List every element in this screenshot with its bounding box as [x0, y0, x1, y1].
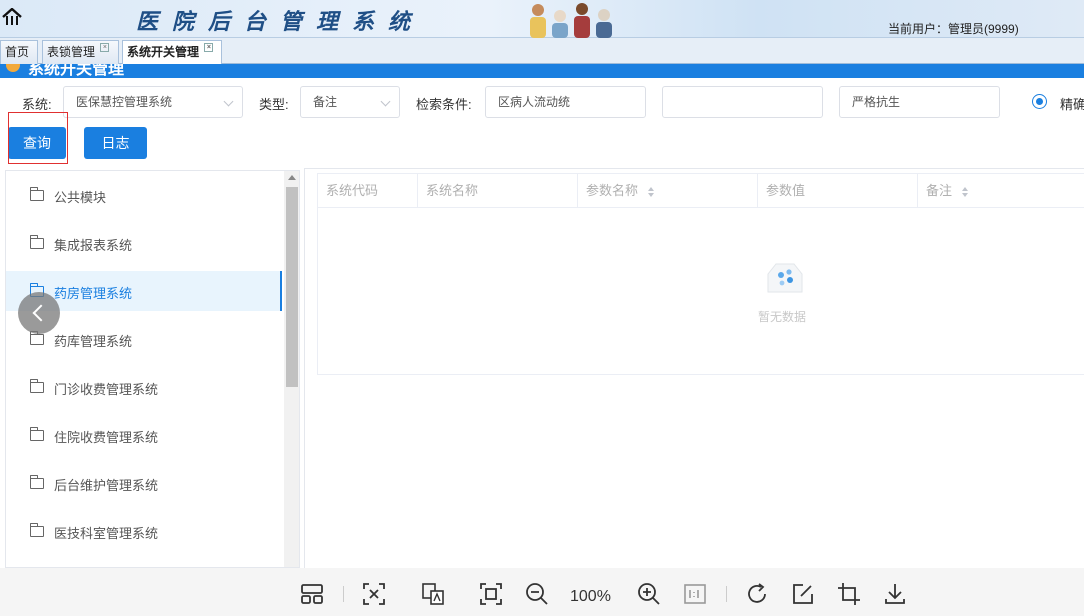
- layout-icon[interactable]: [300, 582, 324, 606]
- search-condition-label: 检索条件:: [416, 97, 472, 112]
- home-icon[interactable]: [2, 8, 22, 26]
- rotate-icon[interactable]: [745, 582, 769, 606]
- toolbar-divider: [343, 586, 344, 602]
- folder-icon: [30, 475, 44, 489]
- search-input-3-value: 严格抗生: [852, 95, 901, 109]
- close-icon[interactable]: ×: [100, 43, 110, 52]
- tab-table-lock[interactable]: 表锁管理 ×: [42, 40, 119, 64]
- system-title: 医院后台管理系统: [136, 9, 425, 35]
- viewer-toolbar: 100%: [0, 568, 1084, 616]
- folder-icon: [30, 427, 44, 441]
- column-header-label: 系统名称: [426, 183, 479, 198]
- sort-icon[interactable]: [647, 186, 656, 197]
- folder-icon: [30, 331, 44, 345]
- column-header-param-value[interactable]: 参数值: [758, 174, 918, 208]
- download-icon[interactable]: [883, 582, 907, 606]
- tree-item-label: 药房管理系统: [54, 286, 133, 301]
- column-header-system-name[interactable]: 系统名称: [418, 174, 578, 208]
- tab-label: 表锁管理: [47, 45, 96, 59]
- tree-item[interactable]: 住院收费管理系统: [6, 415, 282, 455]
- close-icon[interactable]: ×: [204, 43, 214, 52]
- column-header-system-code[interactable]: 系统代码: [318, 174, 418, 208]
- zoom-out-icon[interactable]: [525, 582, 549, 606]
- parameter-table: 系统代码 系统名称 参数名称 参数值 备注 暂无数据: [317, 173, 1084, 375]
- scroll-up-arrow-icon[interactable]: [288, 175, 296, 180]
- column-header-label: 参数值: [766, 183, 806, 198]
- exact-match-label: 精确: [1060, 97, 1084, 112]
- page-title-icon: [6, 64, 20, 72]
- parameter-table-panel: 系统代码 系统名称 参数名称 参数值 备注 暂无数据: [304, 168, 1084, 568]
- column-header-label: 参数名称: [586, 183, 639, 198]
- page-title: 系统开关管理: [28, 64, 125, 78]
- family-illustration-icon: [530, 3, 612, 38]
- type-select-value: 备注: [313, 95, 338, 109]
- chevron-down-icon: [380, 96, 391, 107]
- folder-icon: [30, 523, 44, 537]
- search-input-1-value: 区病人流动统: [498, 95, 571, 109]
- fit-screen-icon[interactable]: [479, 582, 503, 606]
- actual-size-icon[interactable]: [683, 582, 707, 606]
- tree-item-label: 后台维护管理系统: [54, 478, 159, 493]
- search-input-1[interactable]: 区病人流动统: [485, 86, 646, 118]
- page-title-strip: 系统开关管理: [0, 64, 1084, 78]
- column-header-remark[interactable]: 备注: [918, 174, 1084, 208]
- toolbar-divider: [726, 586, 727, 602]
- zoom-in-icon[interactable]: [637, 582, 661, 606]
- table-header: 系统代码 系统名称 参数名称 参数值 备注: [318, 174, 1084, 208]
- column-header-param-name[interactable]: 参数名称: [578, 174, 758, 208]
- empty-data-text: 暂无数据: [758, 310, 807, 324]
- tab-home[interactable]: 首页: [0, 40, 38, 64]
- text-extract-icon[interactable]: [362, 582, 386, 606]
- column-header-label: 系统代码: [326, 183, 379, 198]
- tree-item[interactable]: 集成报表系统: [6, 223, 282, 263]
- tree-item-label: 门诊收费管理系统: [54, 382, 159, 397]
- column-header-label: 备注: [926, 183, 953, 198]
- tree-item-label: 公共模块: [54, 190, 107, 205]
- tree-item-label: 医技科室管理系统: [54, 526, 159, 541]
- tab-label: 首页: [5, 45, 30, 59]
- system-tree: 公共模块 集成报表系统 药房管理系统 药库管理系统 门诊收费管理系统 住院收费管…: [5, 170, 300, 568]
- crop-icon[interactable]: [837, 582, 861, 606]
- log-button[interactable]: 日志: [84, 127, 147, 159]
- previous-image-button[interactable]: [18, 292, 60, 334]
- sort-icon[interactable]: [961, 186, 970, 197]
- search-input-2[interactable]: [662, 86, 823, 118]
- tab-system-switch[interactable]: 系统开关管理 ×: [122, 40, 222, 65]
- tree-item-label: 药库管理系统: [54, 334, 133, 349]
- filter-panel: 系统: 医保慧控管理系统 类型: 备注 检索条件: 区病人流动统 严格抗生 精确…: [0, 78, 1084, 168]
- tree-item[interactable]: 公共模块: [6, 175, 282, 215]
- edit-icon[interactable]: [791, 582, 815, 606]
- tab-bar: 首页 表锁管理 × 系统开关管理 ×: [0, 38, 1084, 65]
- tree-item[interactable]: 后台维护管理系统: [6, 463, 282, 503]
- query-button[interactable]: 查询: [8, 127, 66, 159]
- chevron-down-icon: [223, 96, 234, 107]
- header-banner: 医院后台管理系统 当前用户：管理员(9999): [0, 0, 1084, 38]
- current-user-label: 当前用户：管理员(9999): [888, 22, 1019, 36]
- system-select-value: 医保慧控管理系统: [76, 95, 173, 109]
- tree-item[interactable]: 门诊收费管理系统: [6, 367, 282, 407]
- search-input-3[interactable]: 严格抗生: [839, 86, 1000, 118]
- tree-scrollbar-thumb[interactable]: [286, 187, 298, 387]
- exact-match-radio[interactable]: [1032, 94, 1047, 109]
- tree-item[interactable]: 医技科室管理系统: [6, 511, 282, 551]
- system-label: 系统:: [22, 97, 52, 112]
- type-select[interactable]: 备注: [300, 86, 400, 118]
- system-select[interactable]: 医保慧控管理系统: [63, 86, 243, 118]
- folder-icon: [30, 379, 44, 393]
- tab-label: 系统开关管理: [127, 45, 200, 59]
- zoom-level: 100%: [570, 588, 611, 605]
- folder-icon: [30, 235, 44, 249]
- tree-item-label: 集成报表系统: [54, 238, 133, 253]
- empty-data-icon: [767, 263, 803, 293]
- translate-icon[interactable]: [421, 582, 445, 606]
- tree-item-label: 住院收费管理系统: [54, 430, 159, 445]
- folder-icon: [30, 187, 44, 201]
- type-label: 类型:: [259, 97, 289, 112]
